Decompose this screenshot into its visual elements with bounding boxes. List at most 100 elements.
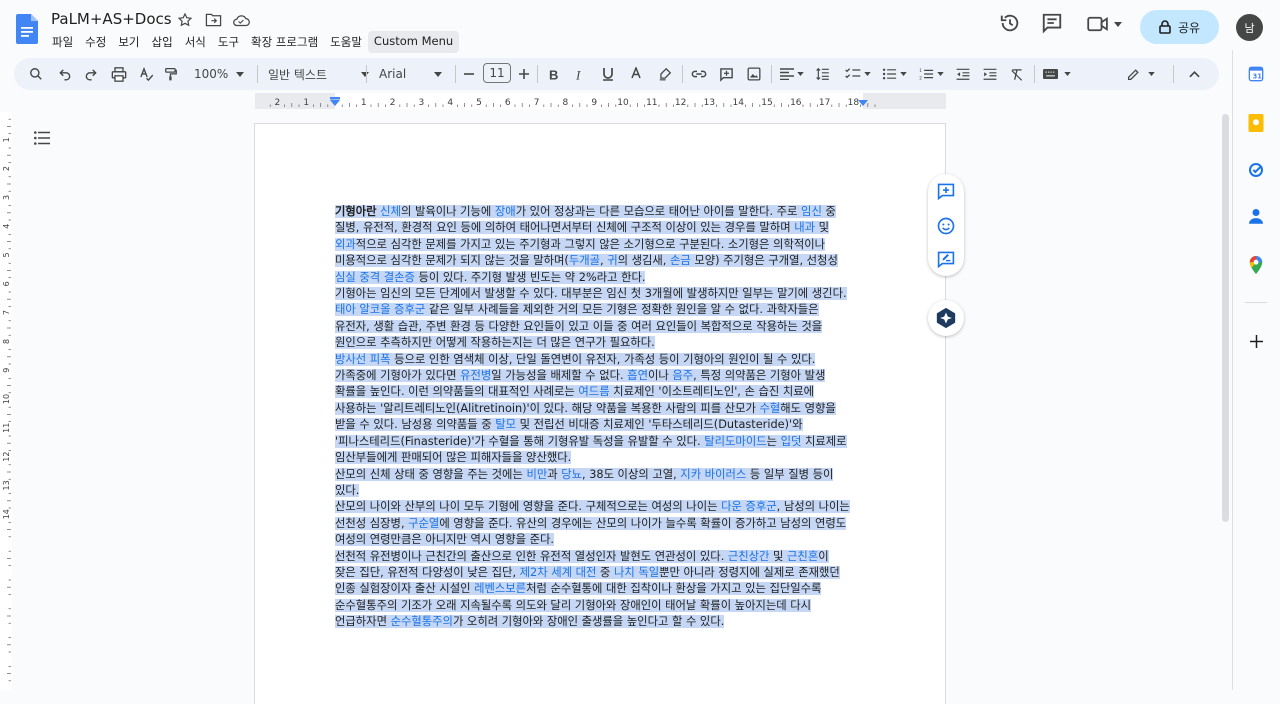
hyperlink[interactable]: 귀 xyxy=(607,254,617,267)
text-line[interactable]: 산모의 나이와 산부의 나이 모두 기형에 영향을 준다. 구체적으로는 여성의… xyxy=(335,499,870,515)
paint-format-icon[interactable] xyxy=(164,58,178,90)
text-line[interactable]: 언급하자면 순수혈통주의가 오히려 기형아와 장애인 출생률을 높인다고 할 수… xyxy=(335,614,870,630)
hyperlink[interactable]: 탈모 xyxy=(495,418,516,431)
meet-button[interactable] xyxy=(1087,16,1122,32)
text-line[interactable]: 여성의 연령만큼은 아니지만 역시 영향을 준다. xyxy=(335,532,870,548)
hyperlink[interactable]: 신체 xyxy=(380,205,401,218)
menu-extensions[interactable]: 확장 프로그램 xyxy=(245,31,324,53)
avatar[interactable]: 남 xyxy=(1236,14,1263,41)
hyperlink[interactable]: 두개골 xyxy=(569,254,600,267)
document-outline-icon[interactable] xyxy=(34,130,54,148)
hyperlink[interactable]: 탈리도마이드 xyxy=(704,435,766,448)
highlight-color-icon[interactable] xyxy=(658,58,672,90)
version-history-icon[interactable] xyxy=(999,12,1021,38)
editing-mode-select[interactable] xyxy=(1127,58,1155,90)
text-line[interactable]: 원인으로 추측하지만 어떻게 작용하는지는 더 많은 연구가 필요하다. xyxy=(335,335,870,351)
hyperlink[interactable]: 제2차 세계 대전 xyxy=(520,566,597,579)
text-line[interactable]: 심실 중격 결손증 등이 있다. 주기형 발생 빈도는 약 2%라고 한다. xyxy=(335,270,870,286)
vertical-ruler[interactable]: 1 2 3 4 5 6 7 8 9 10 11 12 13 14 xyxy=(0,112,12,690)
tasks-icon[interactable] xyxy=(1248,162,1264,182)
hyperlink[interactable]: 유전병 xyxy=(460,369,491,382)
increase-font-size-icon[interactable] xyxy=(518,58,530,90)
insert-comment-icon[interactable] xyxy=(719,58,734,90)
hyperlink[interactable]: 구순열 xyxy=(408,517,439,530)
add-comment-icon[interactable] xyxy=(937,183,955,204)
bulleted-list-select[interactable] xyxy=(882,58,907,90)
align-select[interactable] xyxy=(780,58,804,90)
hyperlink[interactable]: 비만 xyxy=(526,468,547,481)
redo-icon[interactable] xyxy=(84,58,98,90)
maps-icon[interactable] xyxy=(1249,256,1263,278)
text-line[interactable]: 가족중에 기형아가 있다면 유전병일 가능성을 배제할 수 없다. 흡연이나 음… xyxy=(335,368,870,384)
vertical-scrollbar[interactable] xyxy=(1222,114,1229,522)
line-spacing-icon[interactable] xyxy=(816,58,830,90)
menu-view[interactable]: 보기 xyxy=(112,31,145,53)
italic-icon[interactable]: I xyxy=(575,58,585,90)
ai-assistant-button[interactable] xyxy=(928,300,964,336)
hyperlink[interactable]: 레벤스보른 xyxy=(474,582,526,595)
text-line[interactable]: 임산부들에게 판매되어 많은 피해자들을 양산했다. xyxy=(335,450,870,466)
hyperlink[interactable]: 입덧 xyxy=(781,435,802,448)
hyperlink[interactable]: 음주 xyxy=(672,369,693,382)
hyperlink[interactable]: 장애 xyxy=(495,205,516,218)
hyperlink[interactable]: 외과 xyxy=(335,238,356,251)
font-select[interactable]: Arial xyxy=(379,58,443,90)
text-line[interactable]: 기형아란 신체의 발육이나 기능에 장애가 있어 정상과는 다른 모습으로 태어… xyxy=(335,204,870,220)
text-line[interactable]: 잦은 집단, 유전적 다양성이 낮은 집단, 제2차 세계 대전 중 나치 독일… xyxy=(335,565,870,581)
text-color-icon[interactable] xyxy=(630,58,642,90)
hyperlink[interactable]: 여드름 xyxy=(578,385,609,398)
star-icon[interactable] xyxy=(176,11,194,29)
checklist-select[interactable] xyxy=(845,58,871,90)
add-emoji-reaction-icon[interactable] xyxy=(937,217,955,239)
menu-insert[interactable]: 삽입 xyxy=(146,31,179,53)
hyperlink[interactable]: 근친상간 xyxy=(728,550,770,563)
text-line[interactable]: 있다. xyxy=(335,483,870,499)
underline-icon[interactable] xyxy=(602,58,614,90)
hyperlink[interactable]: 방사선 피폭 xyxy=(335,353,391,366)
text-line[interactable]: 외과적으로 심각한 문제를 가지고 있는 주기형과 그렇지 않은 소기형으로 구… xyxy=(335,237,870,253)
decrease-indent-icon[interactable] xyxy=(956,58,970,90)
document-body[interactable]: 기형아란 신체의 발육이나 기능에 장애가 있어 정상과는 다른 모습으로 태어… xyxy=(335,204,870,631)
hyperlink[interactable]: 심실 중격 결손증 xyxy=(335,271,415,284)
menu-edit[interactable]: 수정 xyxy=(79,31,112,53)
insert-link-icon[interactable] xyxy=(691,58,707,90)
suggest-edits-icon[interactable] xyxy=(937,251,955,272)
decrease-font-size-icon[interactable] xyxy=(463,58,475,90)
clear-formatting-icon[interactable] xyxy=(1010,58,1024,90)
print-icon[interactable] xyxy=(111,58,127,90)
cloud-saved-icon[interactable] xyxy=(232,11,250,29)
hide-menus-icon[interactable] xyxy=(1189,58,1200,90)
menu-file[interactable]: 파일 xyxy=(46,31,79,53)
contacts-icon[interactable] xyxy=(1249,208,1263,228)
text-line[interactable]: 산모의 신체 상태 중 영향을 주는 것에는 비만과 당뇨, 38도 이상의 고… xyxy=(335,467,870,483)
hyperlink[interactable]: 지카 바이러스 xyxy=(680,468,746,481)
text-line[interactable]: 유전자, 생활 습관, 주변 환경 등 다양한 요인들이 있고 이들 중 여러 … xyxy=(335,319,870,335)
zoom-select[interactable]: 100% xyxy=(194,58,245,90)
hyperlink[interactable]: 임신 xyxy=(801,205,822,218)
text-line[interactable]: 태아 알코올 증후군 같은 일부 사례들을 제외한 거의 모든 기형은 정확한 … xyxy=(335,302,870,318)
text-line[interactable]: 미용적으로 심각한 문제가 되지 않는 것을 말하며(두개골, 귀의 생김새, … xyxy=(335,253,870,269)
docs-logo-icon[interactable] xyxy=(16,14,38,44)
menu-custom[interactable]: Custom Menu xyxy=(367,31,460,53)
text-line[interactable]: 선천적 유전병이나 근친간의 출산으로 인한 유전적 열성인자 발현도 연관성이… xyxy=(335,549,870,565)
text-line[interactable]: '피나스테리드(Finasteride)'가 수혈을 통해 기형유발 독성을 유… xyxy=(335,434,870,450)
font-size-input[interactable]: 11 xyxy=(483,63,511,83)
text-line[interactable]: 인종 실험장이자 출산 시설인 레벤스보른처럼 순수혈통에 대한 집착이나 환상… xyxy=(335,581,870,597)
get-add-ons-icon[interactable] xyxy=(1250,333,1263,352)
insert-image-icon[interactable] xyxy=(747,58,761,90)
keep-icon[interactable] xyxy=(1248,114,1264,136)
hyperlink[interactable]: 태아 알코올 증후군 xyxy=(335,303,425,316)
share-button[interactable]: 공유 xyxy=(1140,10,1219,44)
text-line[interactable]: 확률을 높인다. 이런 의약품들의 대표적인 사례로는 여드름 치료제인 '이소… xyxy=(335,384,870,400)
text-line[interactable]: 순수혈통주의 기조가 오래 지속될수록 의도와 달리 기형아와 장애인이 태어날… xyxy=(335,598,870,614)
text-line[interactable]: 받을 수 있다. 남성용 의약품들 중 탈모 및 전립선 비대증 치료제인 '두… xyxy=(335,417,870,433)
paragraph-style-select[interactable]: 일반 텍스트 xyxy=(268,58,370,90)
hyperlink[interactable]: 흡연 xyxy=(627,369,648,382)
first-line-indent-marker[interactable] xyxy=(330,97,340,100)
text-line[interactable]: 기형아는 임신의 모든 단계에서 발생할 수 있다. 대부분은 임신 첫 3개월… xyxy=(335,286,870,302)
text-line[interactable]: 선천성 심장병, 구순열에 영향을 준다. 유산의 경우에는 산모의 나이가 늘… xyxy=(335,516,870,532)
hyperlink[interactable]: 순수혈통주의 xyxy=(391,615,453,628)
horizontal-ruler[interactable]: 2 1 1 2 3 4 5 6 7 8 9 10 11 12 13 14 15 16 17 18 xyxy=(255,93,946,109)
numbered-list-select[interactable]: 12 xyxy=(919,58,944,90)
hyperlink[interactable]: 내과 xyxy=(794,221,815,234)
